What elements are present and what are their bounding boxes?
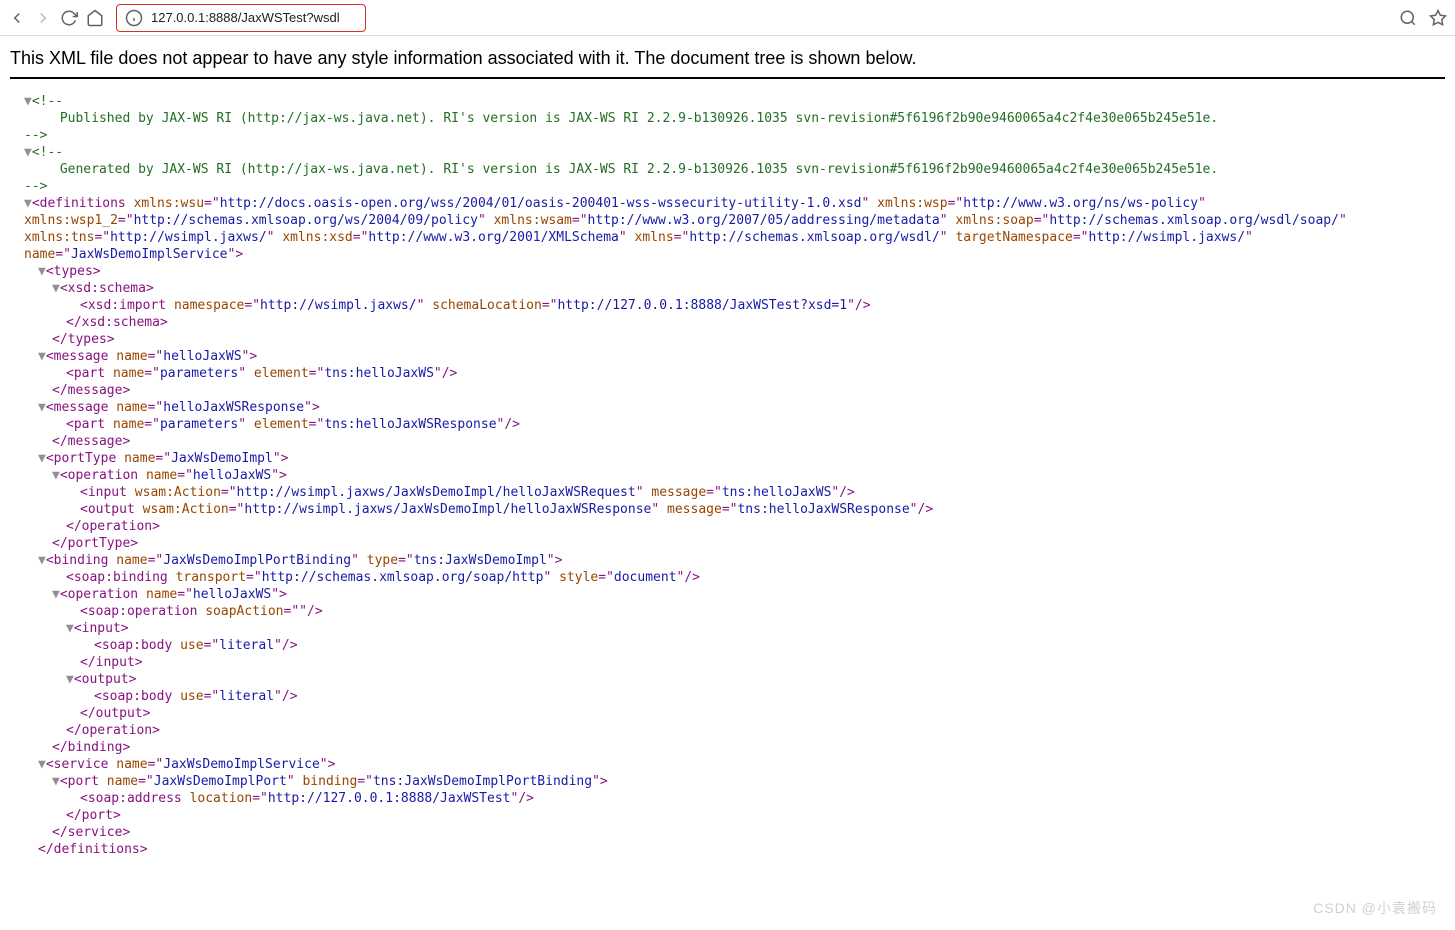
content-area: This XML file does not appear to have an… [0, 36, 1455, 866]
reload-button[interactable] [60, 9, 78, 27]
soap-binding: <soap:binding transport="http://schemas.… [10, 569, 1445, 586]
output-open[interactable]: ▼<output> [10, 671, 1445, 688]
port-open[interactable]: ▼<port name="JaxWsDemoImplPort" binding=… [10, 773, 1445, 790]
part: <part name="parameters" element="tns:hel… [10, 365, 1445, 382]
address-bar[interactable] [116, 4, 366, 32]
xml-comment: Published by JAX-WS RI (http://jax-ws.ja… [52, 111, 1226, 126]
operation-open[interactable]: ▼<operation name="helloJaxWS"> [10, 586, 1445, 603]
input-open[interactable]: ▼<input> [10, 620, 1445, 637]
input: <input wsam:Action="http://wsimpl.jaxws/… [10, 484, 1445, 501]
soap-body: <soap:body use="literal"/> [10, 637, 1445, 654]
service-open[interactable]: ▼<service name="JaxWsDemoImplService"> [10, 756, 1445, 773]
definitions-open[interactable]: ▼<definitions xmlns:wsu="http://docs.oas… [10, 195, 1445, 263]
browser-toolbar [0, 0, 1455, 36]
schema-open[interactable]: ▼<xsd:schema> [10, 280, 1445, 297]
forward-button[interactable] [34, 9, 52, 27]
bookmark-star-icon[interactable] [1429, 9, 1447, 27]
operation-open[interactable]: ▼<operation name="helloJaxWS"> [10, 467, 1445, 484]
soap-address: <soap:address location="http://127.0.0.1… [10, 790, 1445, 807]
porttype-open[interactable]: ▼<portType name="JaxWsDemoImpl"> [10, 450, 1445, 467]
binding-open[interactable]: ▼<binding name="JaxWsDemoImplPortBinding… [10, 552, 1445, 569]
info-icon[interactable] [125, 9, 143, 27]
toggle-icon[interactable]: ▼ [24, 94, 32, 109]
xsd-import: <xsd:import namespace="http://wsimpl.jax… [10, 297, 1445, 314]
watermark: CSDN @小袁搬码 [1313, 898, 1437, 918]
xml-tree: ▼<!-- Published by JAX-WS RI (http://jax… [10, 93, 1445, 858]
soap-operation: <soap:operation soapAction=""/> [10, 603, 1445, 620]
xml-notice: This XML file does not appear to have an… [10, 44, 1445, 79]
message-open[interactable]: ▼<message name="helloJaxWSResponse"> [10, 399, 1445, 416]
toggle-icon[interactable]: ▼ [24, 145, 32, 160]
types-open[interactable]: ▼<types> [10, 263, 1445, 280]
home-button[interactable] [86, 9, 104, 27]
soap-body: <soap:body use="literal"/> [10, 688, 1445, 705]
message-open[interactable]: ▼<message name="helloJaxWS"> [10, 348, 1445, 365]
output: <output wsam:Action="http://wsimpl.jaxws… [10, 501, 1445, 518]
back-button[interactable] [8, 9, 26, 27]
url-input[interactable] [149, 9, 357, 26]
part: <part name="parameters" element="tns:hel… [10, 416, 1445, 433]
zoom-icon[interactable] [1399, 9, 1417, 27]
xml-comment: Generated by JAX-WS RI (http://jax-ws.ja… [52, 162, 1226, 177]
